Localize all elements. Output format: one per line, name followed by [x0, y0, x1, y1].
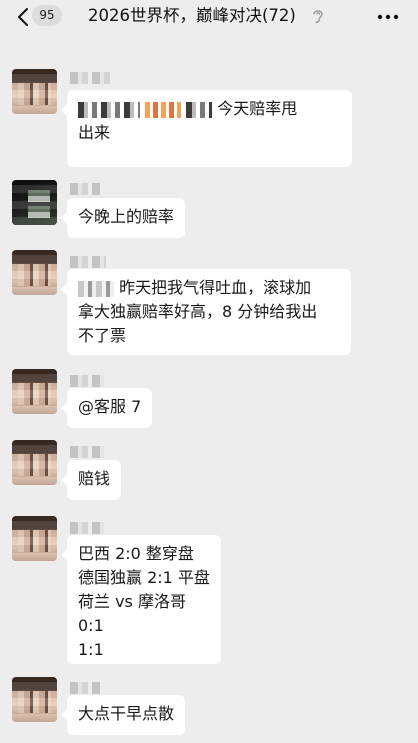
- message-line: 今晚上的赔率: [78, 207, 175, 226]
- more-dots-icon[interactable]: [377, 14, 399, 20]
- message-bubble[interactable]: 大点干早点散: [60, 695, 186, 735]
- message-line: 荷兰 vs 摩洛哥: [78, 592, 186, 611]
- message-bubble[interactable]: 今晚上的赔率: [60, 198, 186, 238]
- ear-icon: [313, 10, 323, 24]
- message-bubble[interactable]: 赔钱: [60, 460, 122, 500]
- message-line: @客服 7: [78, 397, 142, 416]
- message-bubble[interactable]: 巴西 2:0 整穿盘 德国独赢 2:1 平盘 荷兰 vs 摩洛哥 0:1 1:1: [61, 535, 221, 664]
- avatar[interactable]: [12, 677, 57, 722]
- chevron-left-icon[interactable]: [14, 7, 34, 27]
- message-line: 不了票: [78, 326, 127, 345]
- redacted-text: [186, 101, 213, 118]
- redacted-text: [145, 101, 182, 118]
- sender-name: [70, 72, 110, 84]
- sender-name: [70, 183, 100, 195]
- unread-count-badge[interactable]: 95: [32, 5, 62, 26]
- sender-name: [70, 522, 104, 534]
- sender-name: [70, 446, 104, 458]
- sender-name: [70, 375, 104, 387]
- sender-name: [70, 256, 106, 268]
- sender-name: [70, 682, 100, 694]
- message-line: 0:1: [78, 616, 104, 635]
- message-line: 拿大独赢赔率好高，8 分钟给我出: [78, 302, 318, 321]
- redacted-text: [78, 280, 114, 297]
- avatar[interactable]: [12, 250, 57, 295]
- message-line: 出来: [78, 123, 111, 142]
- chat-header: 95 2026世界杯，巅峰对决(72): [0, 0, 418, 36]
- message-line: 巴西 2:0 整穿盘: [78, 544, 194, 563]
- avatar[interactable]: [12, 516, 57, 561]
- avatar[interactable]: [12, 69, 57, 114]
- message-line: 1:1: [78, 640, 104, 659]
- message-line: 赔钱: [78, 469, 111, 488]
- message-line: 德国独赢 2:1 平盘: [78, 568, 210, 587]
- message-line: 昨天把我气得吐血，滚球加: [78, 276, 340, 300]
- message-bubble[interactable]: 昨天把我气得吐血，滚球加 拿大独赢赔率好高，8 分钟给我出 不了票: [61, 269, 351, 355]
- chat-title: 2026世界杯，巅峰对决(72): [88, 6, 296, 25]
- message-bubble[interactable]: @客服 7: [60, 388, 153, 428]
- avatar[interactable]: [12, 369, 57, 414]
- avatar[interactable]: [12, 440, 57, 485]
- message-line: 今天赔率甩: [78, 97, 341, 121]
- message-bubble[interactable]: 今天赔率甩 出来: [61, 90, 352, 167]
- avatar[interactable]: [12, 180, 57, 225]
- message-line: 大点干早点散: [78, 704, 175, 723]
- redacted-text: [78, 101, 140, 118]
